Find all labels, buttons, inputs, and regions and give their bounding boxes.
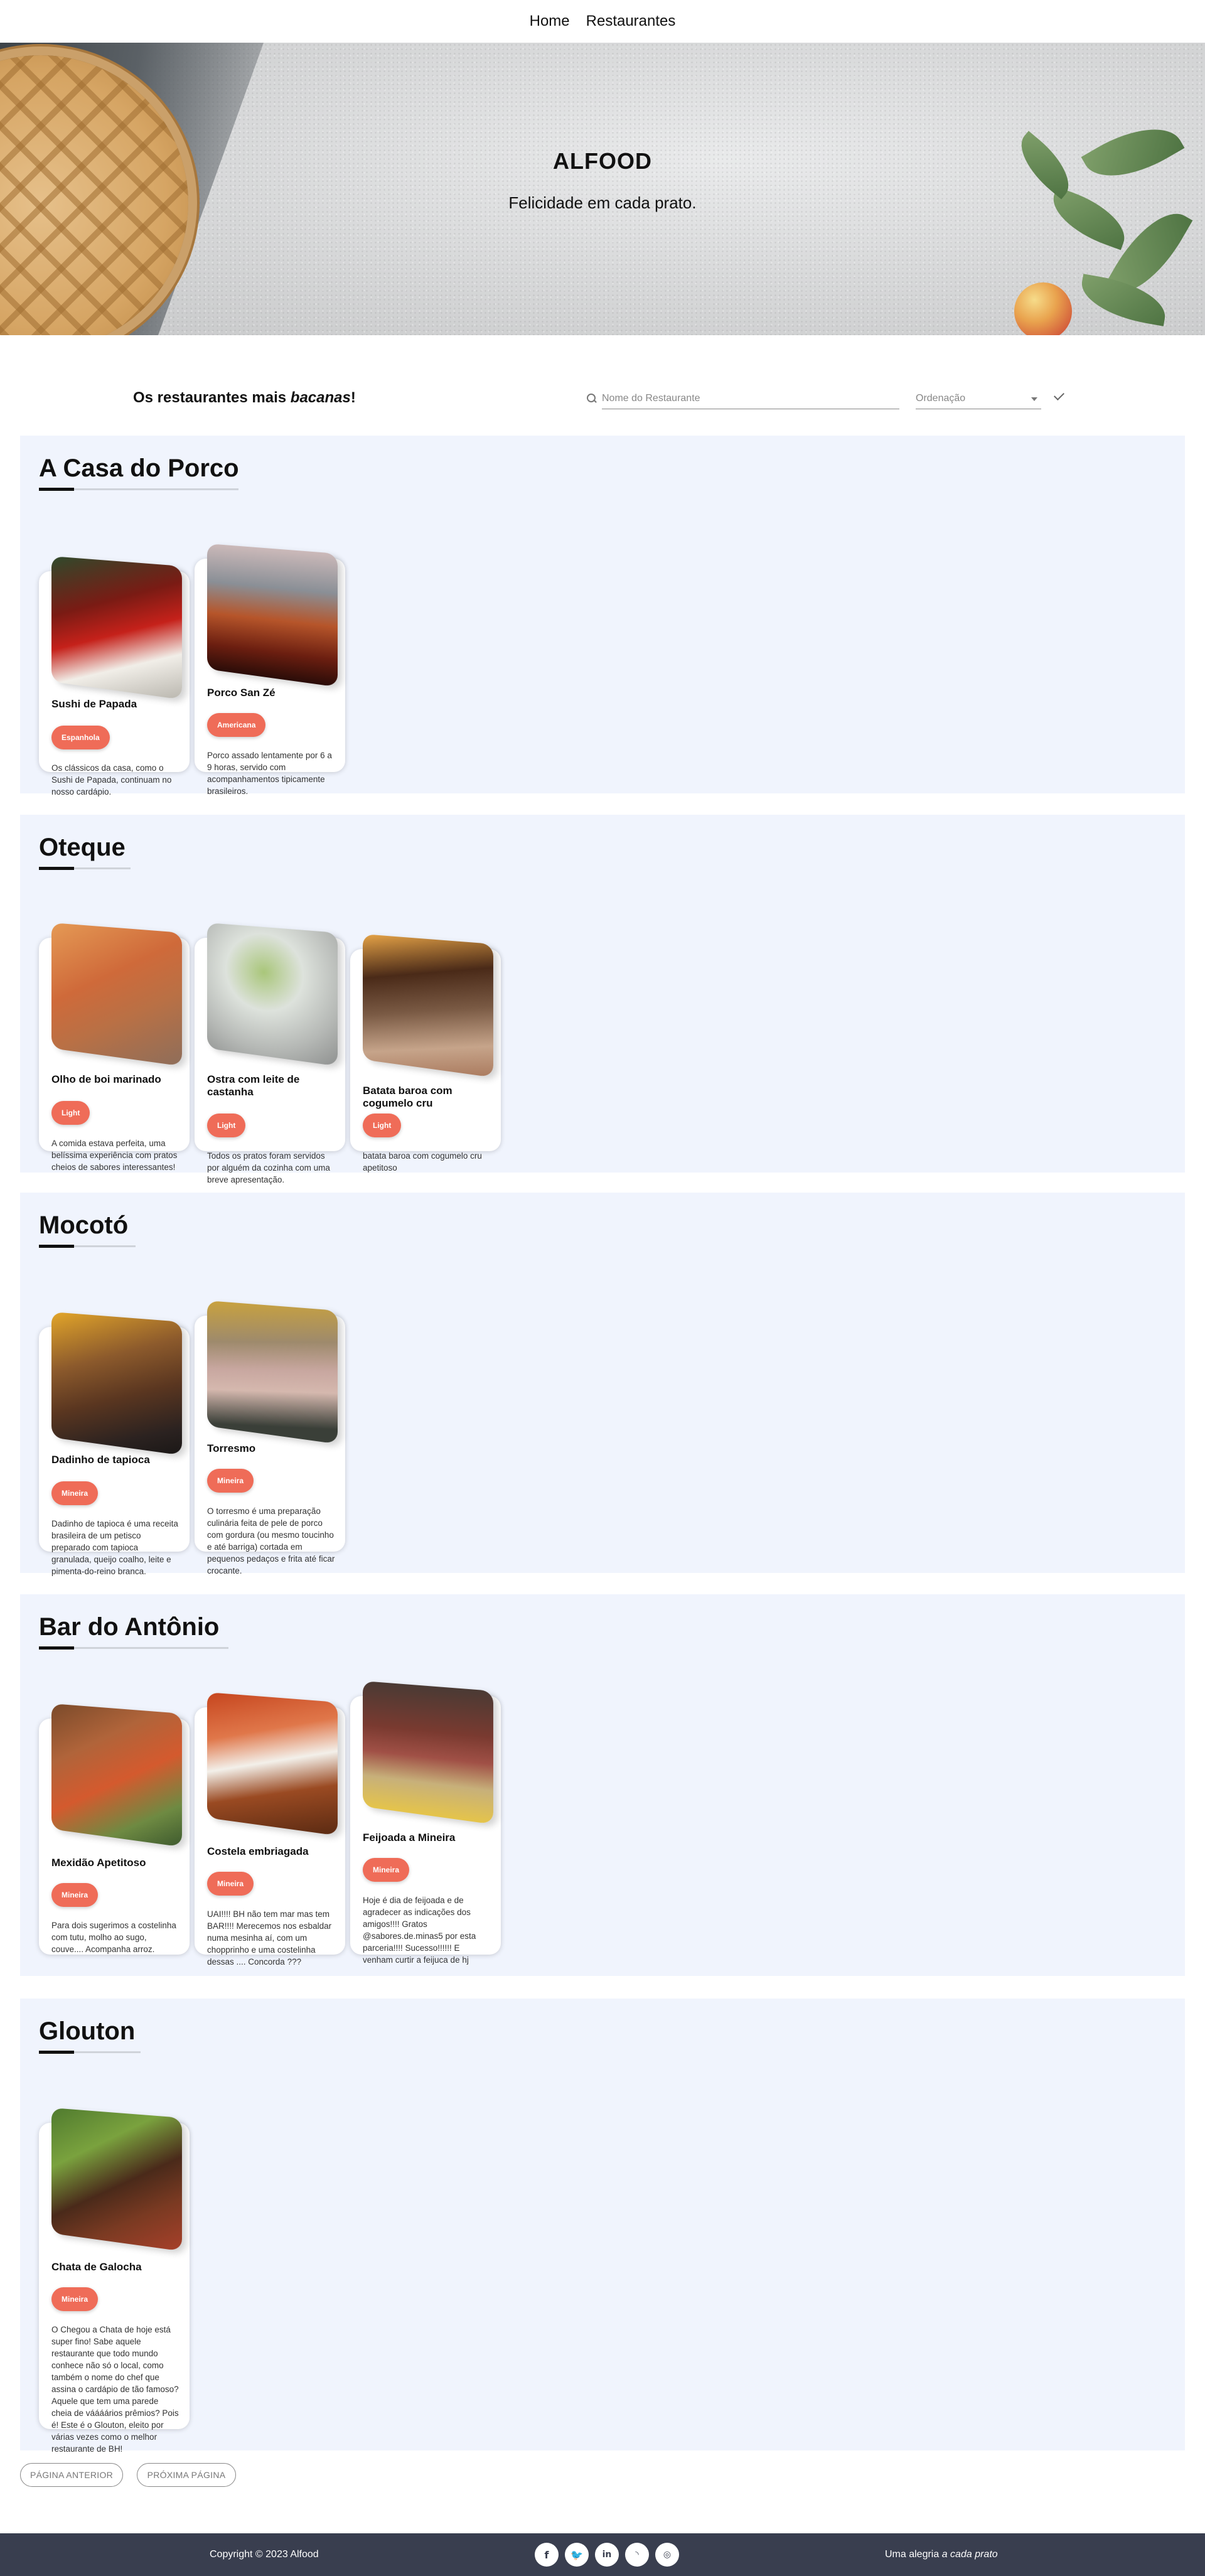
dish-tag: Espanhola (51, 726, 110, 749)
restaurant-section: Bar do Antônio Mexidão Apetitoso Mineira… (20, 1594, 1185, 1976)
dish-card[interactable]: Sushi de Papada Espanhola Os clássicos d… (39, 556, 190, 797)
search-icon (587, 394, 597, 404)
title-underline (39, 2051, 141, 2054)
dish-image (51, 923, 182, 1066)
title-underline (39, 1245, 136, 1248)
dish-image (51, 1704, 182, 1847)
restaurant-section: A Casa do Porco Sushi de Papada Espanhol… (20, 436, 1185, 797)
search-input[interactable] (602, 388, 899, 409)
dish-image (207, 544, 338, 687)
restaurant-title: Bar do Antônio (39, 1613, 220, 1641)
submit-check-button[interactable] (1052, 388, 1068, 405)
title-underline (39, 867, 131, 870)
dish-name: Dadinho de tapioca (51, 1454, 150, 1466)
dish-description: Hoje é dia de feijoada e de agradecer as… (363, 1896, 476, 1965)
dish-description: O Chegou a Chata de hoje está super fino… (51, 2325, 179, 2454)
restaurant-section: Mocotó Dadinho de tapioca Mineira Dadinh… (20, 1193, 1185, 1576)
dish-image (51, 2108, 182, 2251)
restaurant-title: Glouton (39, 2017, 136, 2045)
dish-tag: Mineira (363, 1858, 410, 1882)
dish-tag: Light (207, 1114, 246, 1137)
top-nav: Home Restaurantes (0, 0, 1205, 43)
dish-image (363, 934, 493, 1078)
linkedin-icon[interactable]: in (595, 2543, 619, 2567)
dish-tag: Mineira (51, 1481, 99, 1505)
dish-description: Porco assado lentamente por 6 a 9 horas,… (207, 751, 332, 796)
rss-icon[interactable]: ◝ (625, 2543, 649, 2567)
restaurant-title: A Casa do Porco (39, 454, 239, 482)
dish-description: O torresmo é uma preparação culinária fe… (207, 1506, 335, 1575)
hero-banner: ALFOOD Felicidade em cada prato. (0, 43, 1205, 335)
social-links: f 🐦 in ◝ ◎ (535, 2543, 679, 2567)
dish-image (51, 1312, 182, 1456)
chevron-down-icon (1031, 397, 1037, 401)
twitter-icon[interactable]: 🐦 (565, 2543, 589, 2567)
hero-apple-image (1014, 282, 1072, 335)
dish-name: Sushi de Papada (51, 698, 137, 710)
title-underline (39, 1646, 228, 1650)
dish-tag: Mineira (207, 1872, 254, 1896)
dish-card[interactable]: Ostra com leite de castanha Light Todos … (195, 923, 345, 1184)
title-underline (39, 488, 238, 491)
dish-card[interactable]: Torresmo Mineira O torresmo é uma prepar… (195, 1301, 345, 1575)
dish-name: Costela embriagada (207, 1845, 309, 1857)
dish-tag: Mineira (51, 1883, 99, 1907)
dish-card[interactable]: Feijoada a Mineira Mineira Hoje é dia de… (350, 1681, 501, 1965)
instagram-icon[interactable]: ◎ (655, 2543, 679, 2567)
dish-name: Feijoada a Mineira (363, 1832, 456, 1843)
facebook-icon[interactable]: f (535, 2543, 559, 2567)
dish-image (207, 1301, 338, 1444)
restaurant-title: Oteque (39, 834, 126, 861)
dish-card[interactable]: Batata baroa com cogumelo cru Light bata… (350, 934, 501, 1173)
nav-home-link[interactable]: Home (530, 13, 570, 30)
dish-tag: Light (51, 1101, 90, 1125)
dish-card[interactable]: Chata de Galocha Mineira O Chegou a Chat… (39, 2108, 190, 2454)
dish-name: Torresmo (207, 1442, 256, 1454)
order-select[interactable]: Ordenação (916, 388, 1041, 409)
dish-image (207, 1692, 338, 1836)
dish-name: Porco San Zé (207, 687, 276, 699)
copyright-text: Copyright © 2023 Alfood (210, 2549, 319, 2560)
restaurant-section: Glouton Chata de Galocha Mineira O Chego… (20, 1999, 1185, 2454)
dish-card[interactable]: Porco San Zé Americana Porco assado lent… (195, 544, 345, 796)
dish-description: batata baroa com cogumelo cru apetitoso (363, 1151, 482, 1173)
dish-card[interactable]: Olho de boi marinado Light A comida esta… (39, 923, 190, 1172)
dish-tag: Americana (207, 713, 266, 737)
dish-card[interactable]: Dadinho de tapioca Mineira Dadinho de ta… (39, 1312, 190, 1576)
nav-restaurants-link[interactable]: Restaurantes (586, 13, 676, 30)
footer: Copyright © 2023 Alfood f 🐦 in ◝ ◎ Uma a… (0, 2533, 1205, 2576)
dish-image (51, 556, 182, 700)
dish-image (363, 1681, 493, 1825)
dish-description: Todos os pratos foram servidos por algué… (207, 1151, 330, 1184)
restaurant-title: Mocotó (39, 1211, 129, 1239)
footer-tagline: Uma alegria a cada prato (885, 2549, 998, 2560)
restaurant-section: Oteque Olho de boi marinado Light A comi… (20, 815, 1185, 1184)
dish-description: Dadinho de tapioca é uma receita brasile… (51, 1519, 178, 1576)
dish-image (207, 923, 338, 1066)
dish-tag: Mineira (207, 1469, 254, 1493)
dish-tag: Mineira (51, 2287, 99, 2311)
dish-tag: Light (363, 1114, 402, 1137)
filter-bar: Os restaurantes mais bacanas! Ordenação (0, 335, 1205, 436)
hero-subtitle: Felicidade em cada prato. (508, 193, 697, 212)
dish-description: Os clássicos da casa, como o Sushi de Pa… (51, 763, 172, 797)
dish-name: Chata de Galocha (51, 2261, 142, 2273)
list-headline: Os restaurantes mais bacanas! (133, 389, 356, 406)
order-select-label: Ordenação (916, 392, 966, 404)
dish-description: A comida estava perfeita, uma belíssima … (51, 1139, 178, 1172)
hero-title: ALFOOD (553, 148, 652, 174)
dish-card[interactable]: Costela embriagada Mineira UAI!!!! BH nã… (195, 1692, 345, 1967)
dish-description: UAI!!!! BH não tem mar mas tem BAR!!!! M… (207, 1909, 332, 1967)
previous-page-button[interactable]: PÁGINA ANTERIOR (20, 2463, 123, 2487)
dish-name: Olho de boi marinado (51, 1073, 161, 1085)
dish-description: Para dois sugerimos a costelinha com tut… (51, 1921, 176, 1954)
dish-card[interactable]: Mexidão Apetitoso Mineira Para dois suge… (39, 1704, 190, 1955)
dish-name: Mexidão Apetitoso (51, 1857, 146, 1869)
next-page-button[interactable]: PRÓXIMA PÁGINA (137, 2463, 236, 2487)
search-field (587, 388, 899, 409)
dish-name: Batata baroa com cogumelo cru (363, 1085, 453, 1109)
dish-name: Ostra com leite de castanha (207, 1073, 300, 1098)
